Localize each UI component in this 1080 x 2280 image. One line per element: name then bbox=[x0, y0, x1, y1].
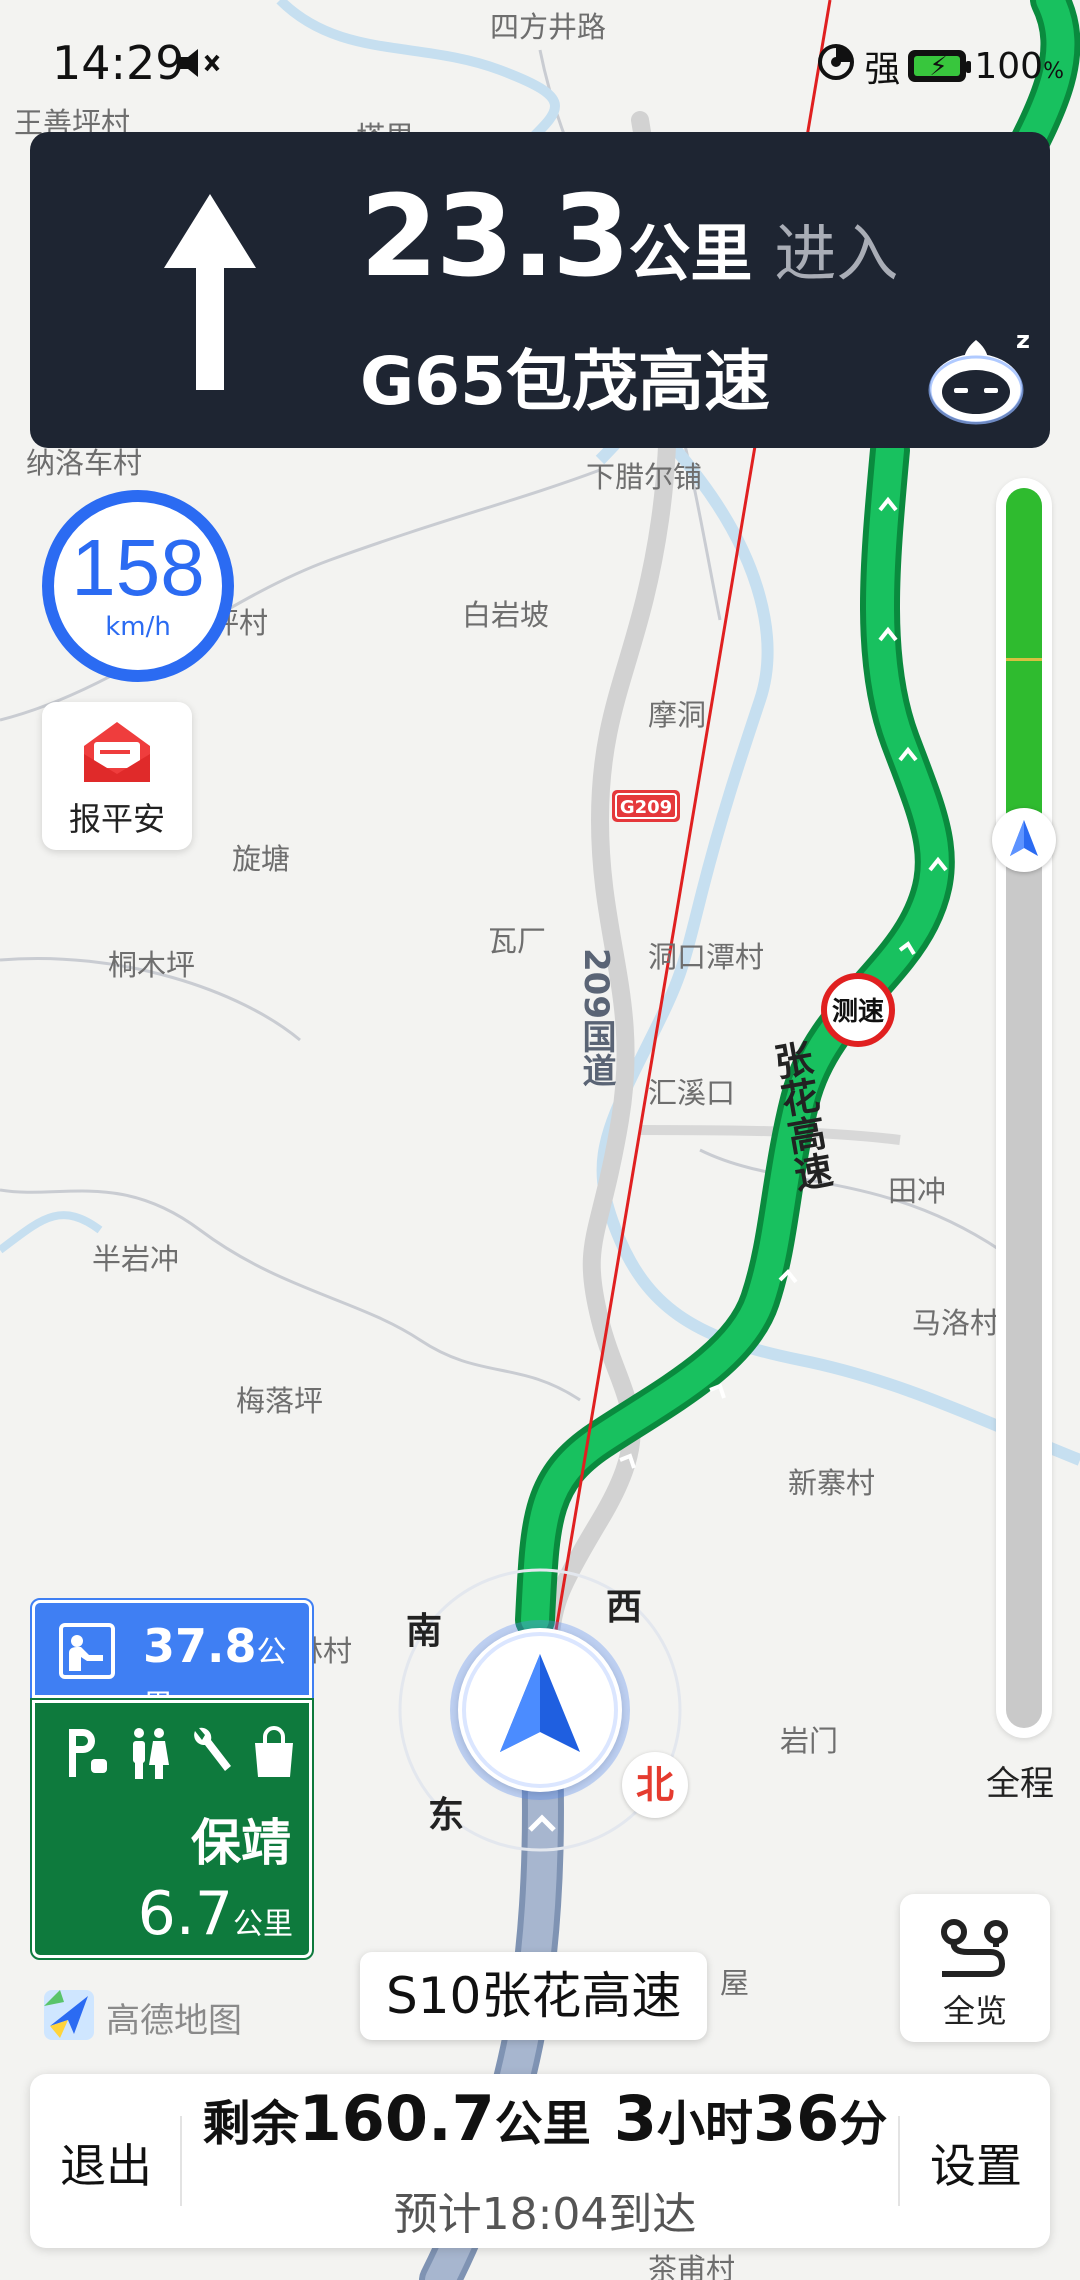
bottom-navigation-bar: 退出 剩余160.7公里 3小时36分 预计18:04到达 设置 bbox=[30, 2074, 1050, 2248]
status-bar: 14:29 强 ⚡ 100% bbox=[0, 30, 1080, 100]
guide-distance: 23.3 bbox=[360, 172, 630, 302]
amap-logo-text: 高德地图 bbox=[106, 2000, 242, 2041]
service-area-distance-unit: 公里 bbox=[233, 1907, 293, 1942]
map-label: 屋 bbox=[720, 1966, 750, 2000]
amap-logo: 高德地图 bbox=[40, 1986, 242, 2048]
overview-button[interactable]: 全览 bbox=[900, 1894, 1050, 2042]
repair-icon bbox=[187, 1725, 233, 1785]
divider bbox=[898, 2116, 900, 2206]
speed-unit: km/h bbox=[105, 612, 171, 642]
map-label: 梅落坪 bbox=[236, 1384, 324, 1418]
remaining-minutes-unit: 分 bbox=[839, 2096, 888, 2152]
map-label: 桐木坪 bbox=[108, 948, 196, 982]
speed-camera-text: 测速 bbox=[832, 997, 884, 1027]
eta-text: 预计18:04到达 bbox=[393, 2189, 697, 2240]
map-label: 旋塘 bbox=[232, 842, 291, 876]
current-speed: 158 km/h bbox=[42, 490, 234, 682]
safe-report-button[interactable]: 报平安 bbox=[42, 702, 192, 850]
guide-road-name: G65包茂高速 bbox=[360, 343, 771, 420]
progress-car-icon bbox=[992, 808, 1056, 872]
restroom-icon bbox=[129, 1725, 169, 1785]
national-road-name: 209国道 bbox=[576, 948, 616, 1087]
remaining-hours: 3 bbox=[613, 2082, 658, 2155]
settings-button[interactable]: 设置 bbox=[930, 2130, 1022, 2196]
guide-distance-unit: 公里 bbox=[628, 217, 753, 290]
g209-shield: G209 bbox=[612, 790, 680, 822]
service-desk-icon bbox=[59, 1623, 115, 1683]
map-label: 田冲 bbox=[888, 1174, 947, 1208]
guide-action: 进入 bbox=[774, 217, 899, 290]
remaining-summary: 剩余160.7公里 3小时36分 bbox=[200, 2082, 890, 2155]
battery-unit: % bbox=[1043, 58, 1064, 84]
map-label: 白岩坡 bbox=[462, 598, 550, 632]
exit-button[interactable]: 退出 bbox=[60, 2130, 152, 2196]
speed-value: 158 bbox=[71, 523, 205, 612]
route-overview-icon bbox=[938, 1918, 1012, 1982]
map-label: 半岩冲 bbox=[92, 1242, 180, 1276]
speed-camera-sign: 测速 bbox=[821, 973, 895, 1047]
service-area-distance: 6.7公里 bbox=[138, 1879, 293, 1949]
map-label: 汇溪口 bbox=[648, 1076, 736, 1110]
turn-guide-panel[interactable]: 23.3公里 进入 G65包茂高速 z bbox=[30, 132, 1050, 448]
current-road-name: S10张花高速 bbox=[360, 1952, 708, 2040]
facility-icons bbox=[65, 1725, 297, 1785]
sleeping-robot-icon[interactable]: z bbox=[926, 326, 1034, 426]
compass-east: 东 bbox=[428, 1795, 465, 1836]
compass-north-button[interactable]: 北 bbox=[622, 1752, 688, 1818]
car-position-icon bbox=[458, 1628, 622, 1792]
compass-south: 南 bbox=[406, 1611, 443, 1652]
remaining-distance-unit: 公里 bbox=[494, 2096, 591, 2152]
next-service-area[interactable]: 37.8公里 bbox=[30, 1598, 314, 1724]
progress-track bbox=[1006, 488, 1042, 1728]
battery-icon: ⚡ bbox=[908, 50, 972, 82]
service-area-panel[interactable]: 37.8公里 保靖 6.7公里 bbox=[30, 1598, 314, 1960]
battery-value: 100 bbox=[974, 45, 1044, 87]
status-time: 14:29 bbox=[52, 36, 185, 90]
parking-icon bbox=[65, 1725, 111, 1785]
progress-label: 全程 bbox=[986, 1764, 1054, 1804]
map-label: 摩洞 bbox=[648, 698, 707, 732]
map-label: 马洛村 bbox=[912, 1306, 1000, 1340]
safe-report-label: 报平安 bbox=[68, 800, 165, 838]
next-service-distance-value: 37.8 bbox=[143, 1619, 257, 1673]
map-label: 下腊尔铺 bbox=[586, 460, 703, 494]
mute-icon bbox=[178, 46, 224, 84]
divider bbox=[180, 2116, 182, 2206]
svg-text:z: z bbox=[1016, 326, 1030, 354]
g209-shield-text: G209 bbox=[620, 797, 672, 818]
remaining-label: 剩余 bbox=[202, 2096, 299, 2152]
status-right: 强 ⚡ 100% bbox=[816, 40, 1064, 92]
route-progress-bar bbox=[992, 478, 1056, 1738]
map-label: 洞口潭村 bbox=[648, 940, 765, 974]
signal-icon bbox=[816, 42, 856, 91]
map-label: 瓦厂 bbox=[488, 924, 547, 958]
battery-percent: 100% bbox=[974, 46, 1064, 87]
map-label: 新寨村 bbox=[788, 1466, 876, 1500]
straight-arrow-icon bbox=[160, 194, 260, 394]
overview-label: 全览 bbox=[942, 1992, 1007, 2030]
remaining-distance: 160.7 bbox=[298, 2082, 495, 2155]
service-area-distance-value: 6.7 bbox=[137, 1879, 233, 1949]
shop-icon bbox=[251, 1725, 297, 1785]
service-area-card[interactable]: 保靖 6.7公里 bbox=[30, 1698, 314, 1960]
map-label: 岩门 bbox=[780, 1724, 839, 1758]
remaining-minutes: 36 bbox=[753, 2082, 840, 2155]
envelope-icon bbox=[82, 720, 152, 788]
compass-west: 西 bbox=[606, 1587, 643, 1628]
guide-distance-line: 23.3公里 进入 bbox=[360, 172, 898, 302]
progress-traveled bbox=[1006, 488, 1042, 834]
remaining-hours-unit: 小时 bbox=[657, 2096, 754, 2152]
map-label: 茶甫村 bbox=[648, 2252, 736, 2280]
service-area-name: 保靖 bbox=[191, 1814, 291, 1872]
signal-strength-text: 强 bbox=[864, 49, 901, 90]
amap-logo-icon bbox=[40, 1986, 98, 2048]
